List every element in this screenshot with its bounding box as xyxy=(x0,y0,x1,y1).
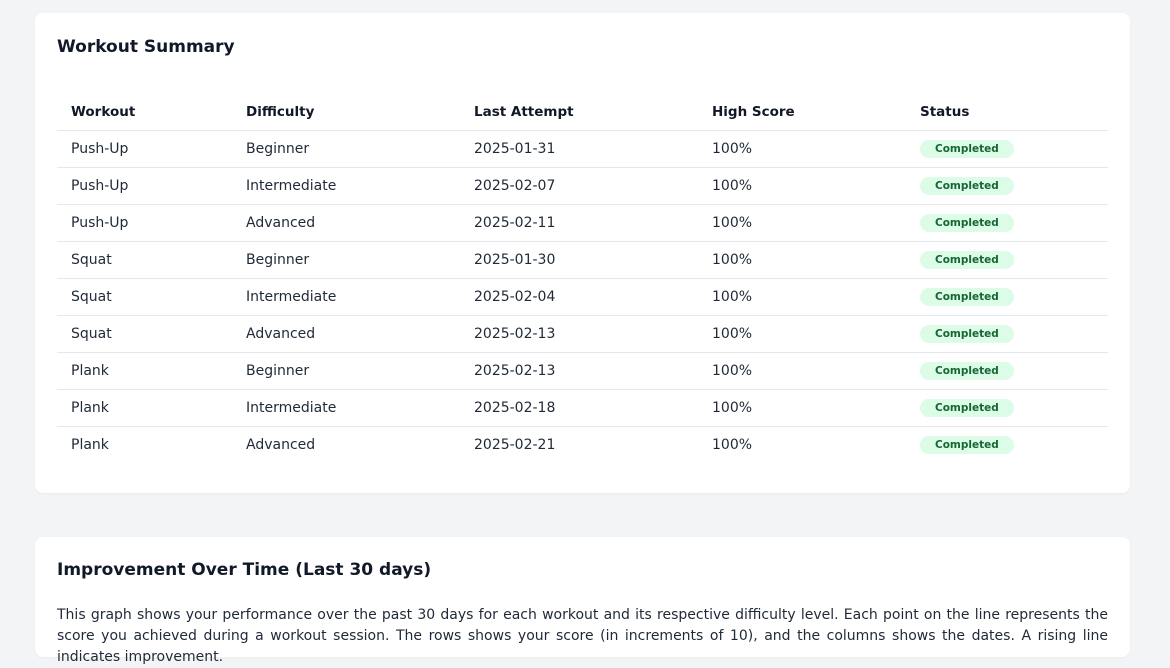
table-row: Plank Beginner 2025-02-13 100% Completed xyxy=(57,352,1108,390)
cell-workout: Plank xyxy=(57,389,232,427)
table-row: Plank Advanced 2025-02-21 100% Completed xyxy=(57,427,1108,464)
status-badge: Completed xyxy=(920,288,1014,306)
table-row: Push-Up Beginner 2025-01-31 100% Completed xyxy=(57,130,1108,168)
cell-status: Completed xyxy=(906,204,1108,242)
improvement-title: Improvement Over Time (Last 30 days) xyxy=(57,560,432,580)
column-header-difficulty: Difficulty xyxy=(232,94,460,131)
cell-workout: Plank xyxy=(71,437,109,453)
status-badge: Completed xyxy=(920,214,1014,232)
cell-status: Completed xyxy=(906,278,1108,316)
cell-last-attempt: 2025-02-04 xyxy=(460,278,698,316)
column-header-status: Status xyxy=(906,94,1108,131)
cell-last-attempt: 2025-01-31 xyxy=(460,130,698,168)
cell-last-attempt: 2025-02-13 xyxy=(460,315,698,353)
status-badge: Completed xyxy=(920,362,1014,380)
workout-summary-table: Workout Difficulty Last Attempt High Sco… xyxy=(57,94,1108,463)
table-header-row: Workout Difficulty Last Attempt High Sco… xyxy=(57,94,1108,131)
cell-high-score: 100% xyxy=(698,315,906,353)
cell-high-score: 100% xyxy=(698,278,906,316)
cell-workout: Squat xyxy=(57,241,232,279)
table-row: Squat Beginner 2025-01-30 100% Completed xyxy=(57,241,1108,279)
cell-last-attempt: 2025-02-07 xyxy=(460,167,698,205)
cell-difficulty: Intermediate xyxy=(232,389,460,427)
table-body: Push-Up Beginner 2025-01-31 100% Completed Pu… xyxy=(57,130,1108,464)
cell-last-attempt: 2025-02-13 xyxy=(460,352,698,390)
status-badge: Completed xyxy=(920,436,1014,454)
cell-difficulty: Beginner xyxy=(232,130,460,168)
cell-high-score: 100% xyxy=(698,204,906,242)
column-header-last-attempt: Last Attempt xyxy=(460,94,698,131)
cell-workout: Squat xyxy=(57,278,232,316)
cell-last-attempt: 2025-01-30 xyxy=(460,241,698,279)
cell-difficulty: Advanced xyxy=(246,437,316,453)
cell-workout: Push-Up xyxy=(57,167,232,205)
cell-difficulty: Intermediate xyxy=(232,167,460,205)
cell-status: Completed xyxy=(906,315,1108,353)
cell-high-score: 100% xyxy=(698,130,906,168)
cell-workout: Squat xyxy=(57,315,232,353)
column-header-high-score: High Score xyxy=(698,94,906,131)
cell-high-score: 100% xyxy=(698,389,906,427)
table-row: Push-Up Advanced 2025-02-11 100% Completed xyxy=(57,204,1108,242)
cell-status: Completed xyxy=(906,427,1108,464)
cell-difficulty: Beginner xyxy=(232,241,460,279)
status-badge: Completed xyxy=(920,251,1014,269)
column-header-workout: Workout xyxy=(57,94,232,131)
cell-high-score: 100% xyxy=(712,437,753,453)
status-badge: Completed xyxy=(920,177,1014,195)
cell-difficulty: Advanced xyxy=(232,204,460,242)
cell-status: Completed xyxy=(906,167,1108,205)
status-badge: Completed xyxy=(920,325,1014,343)
cell-high-score: 100% xyxy=(698,167,906,205)
cell-difficulty: Beginner xyxy=(232,352,460,390)
cell-status: Completed xyxy=(906,130,1108,168)
status-badge: Completed xyxy=(920,399,1014,417)
cell-high-score: 100% xyxy=(698,352,906,390)
table-row: Plank Intermediate 2025-02-18 100% Completed xyxy=(57,389,1108,427)
cell-last-attempt: 2025-02-21 xyxy=(474,437,556,453)
cell-difficulty: Advanced xyxy=(232,315,460,353)
table-row: Squat Intermediate 2025-02-04 100% Completed xyxy=(57,278,1108,316)
cell-difficulty: Intermediate xyxy=(232,278,460,316)
cell-workout: Push-Up xyxy=(57,204,232,242)
status-badge: Completed xyxy=(920,140,1014,158)
table-row: Squat Advanced 2025-02-13 100% Completed xyxy=(57,315,1108,353)
cell-last-attempt: 2025-02-11 xyxy=(460,204,698,242)
cell-status: Completed xyxy=(906,389,1108,427)
workout-summary-title: Workout Summary xyxy=(57,37,235,57)
cell-status: Completed xyxy=(906,352,1108,390)
cell-workout: Plank xyxy=(57,352,232,390)
cell-workout: Push-Up xyxy=(57,130,232,168)
improvement-card: Improvement Over Time (Last 30 days) Thi… xyxy=(35,537,1130,665)
cell-last-attempt: 2025-02-18 xyxy=(460,389,698,427)
cell-status: Completed xyxy=(906,241,1108,279)
workout-summary-card: Workout Summary Workout Difficulty Last … xyxy=(35,13,1130,493)
table-row: Push-Up Intermediate 2025-02-07 100% Complet… xyxy=(57,167,1108,205)
cell-high-score: 100% xyxy=(698,241,906,279)
